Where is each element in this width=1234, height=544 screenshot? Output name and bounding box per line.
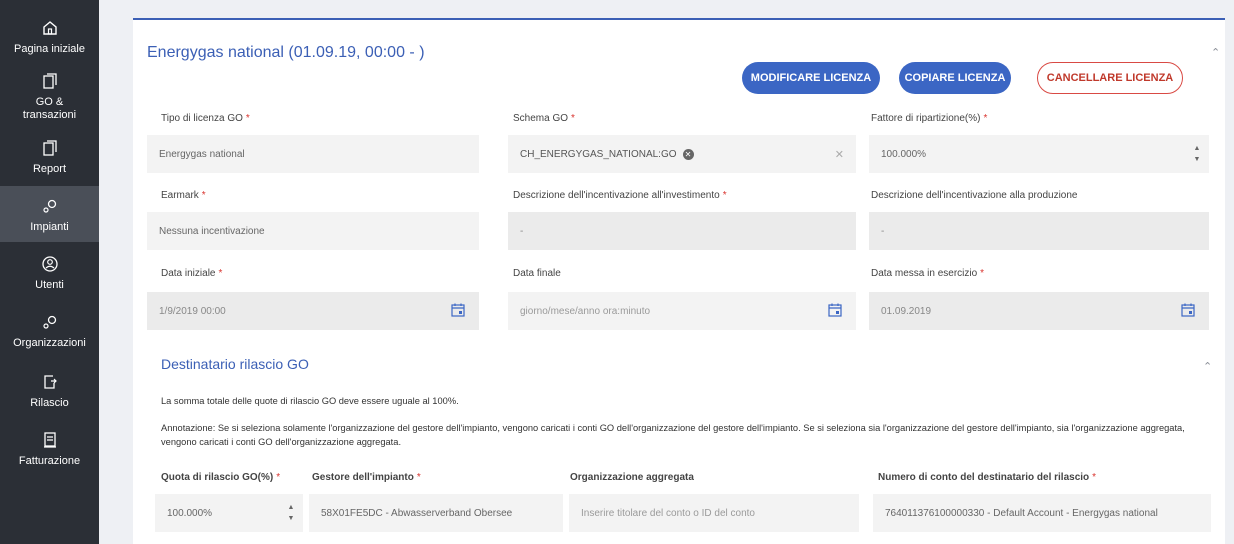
fattore-stepper[interactable]: 100.000% ▲ ▼ xyxy=(869,135,1209,173)
plant-icon xyxy=(39,195,61,217)
data-iniziale-label: Data iniziale * xyxy=(161,268,223,279)
license-panel: Energygas national (01.09.19, 00:00 - ) … xyxy=(133,18,1225,544)
schema-go-field[interactable]: CH_ENERGYGAS_NATIONAL:GO ✕ ✕ xyxy=(508,135,856,173)
sidebar-item-organizzazioni[interactable]: Organizzazioni xyxy=(0,304,99,356)
desc-produzione-label: Descrizione dell'incentivazione alla pro… xyxy=(871,190,1078,201)
calendar-icon[interactable] xyxy=(451,303,465,317)
spinner-icon[interactable]: ▲ ▼ xyxy=(287,502,295,524)
org-column-label: Organizzazione aggregata xyxy=(570,472,694,483)
document-icon xyxy=(39,70,61,92)
data-messa-label: Data messa in esercizio * xyxy=(871,268,985,279)
sidebar-item-label: Pagina iniziale xyxy=(14,42,85,55)
sidebar-item-label: Impianti xyxy=(30,220,69,233)
sidebar-item-rilascio[interactable]: Rilascio xyxy=(0,364,99,416)
tipo-licenza-field[interactable]: Energygas national xyxy=(147,135,479,173)
data-finale-field[interactable]: giorno/mese/anno ora:minuto xyxy=(508,292,856,330)
chevron-up-icon[interactable]: ⌃ xyxy=(1211,46,1220,59)
sidebar-item-report[interactable]: Report xyxy=(0,130,99,182)
sidebar-item-go-transactions[interactable]: GO & transazioni xyxy=(0,64,99,128)
sidebar: Pagina iniziale GO & transazioni Report … xyxy=(0,0,99,544)
gestore-column-label: Gestore dell'impianto * xyxy=(312,472,421,483)
schema-chip: CH_ENERGYGAS_NATIONAL:GO ✕ xyxy=(520,148,694,160)
gestore-field[interactable]: 58X01FE5DC - Abwasserverband Obersee xyxy=(309,494,563,532)
section-title: Destinatario rilascio GO xyxy=(161,356,309,372)
sidebar-item-label: Organizzazioni xyxy=(13,336,86,349)
desc-investimento-label: Descrizione dell'incentivazione all'inve… xyxy=(513,190,727,201)
schema-go-label: Schema GO * xyxy=(513,113,575,124)
sidebar-item-label: Report xyxy=(32,162,67,175)
document-icon xyxy=(39,137,61,159)
data-messa-field: 01.09.2019 xyxy=(869,292,1209,330)
page-title: Energygas national (01.09.19, 00:00 - ) xyxy=(147,44,425,61)
org-aggregata-input[interactable]: Inserire titolare del conto o ID del con… xyxy=(569,494,859,532)
sidebar-item-label: Fatturazione xyxy=(18,454,81,467)
sum-note: La somma totale delle quote di rilascio … xyxy=(161,396,459,406)
tipo-licenza-label: Tipo di licenza GO * xyxy=(161,113,250,124)
annotation-note: Annotazione: Se si seleziona solamente l… xyxy=(161,423,1185,447)
data-finale-label: Data finale xyxy=(513,268,561,279)
desc-produzione-field: - xyxy=(869,212,1209,250)
numero-conto-field[interactable]: 764011376100000330 - Default Account - E… xyxy=(873,494,1211,532)
data-iniziale-field: 1/9/2019 00:00 xyxy=(147,292,479,330)
earmark-label: Earmark * xyxy=(161,190,206,201)
delete-license-button[interactable]: CANCELLARE LICENZA xyxy=(1037,62,1183,94)
copy-license-button[interactable]: COPIARE LICENZA xyxy=(899,62,1011,94)
release-icon xyxy=(39,371,61,393)
quota-stepper[interactable]: 100.000% ▲ ▼ xyxy=(155,494,303,532)
invoice-icon xyxy=(39,429,61,451)
chip-remove-icon[interactable]: ✕ xyxy=(682,148,694,160)
chevron-up-icon[interactable]: ⌃ xyxy=(1203,360,1212,373)
quota-column-label: Quota di rilascio GO(%) * xyxy=(161,472,281,483)
numero-column-label: Numero di conto del destinatario del ril… xyxy=(878,472,1097,483)
calendar-icon[interactable] xyxy=(828,303,842,317)
sidebar-item-home[interactable]: Pagina iniziale xyxy=(0,10,99,62)
home-icon xyxy=(39,17,61,39)
calendar-icon[interactable] xyxy=(1181,303,1195,317)
desc-investimento-field: - xyxy=(508,212,856,250)
spinner-icon[interactable]: ▲ ▼ xyxy=(1193,143,1201,165)
organization-icon xyxy=(39,311,61,333)
sidebar-item-fatturazione[interactable]: Fatturazione xyxy=(0,420,99,476)
sidebar-item-label: Rilascio xyxy=(30,396,69,409)
sidebar-item-label: GO & transazioni xyxy=(22,96,77,121)
user-icon xyxy=(39,253,61,275)
clear-icon[interactable]: ✕ xyxy=(835,148,844,161)
modify-license-button[interactable]: MODIFICARE LICENZA xyxy=(742,62,880,94)
sidebar-item-label: Utenti xyxy=(35,278,64,291)
fattore-label: Fattore di ripartizione(%) * xyxy=(871,113,988,124)
sidebar-item-impianti[interactable]: Impianti xyxy=(0,186,99,242)
sidebar-item-utenti[interactable]: Utenti xyxy=(0,246,99,298)
earmark-field[interactable]: Nessuna incentivazione xyxy=(147,212,479,250)
